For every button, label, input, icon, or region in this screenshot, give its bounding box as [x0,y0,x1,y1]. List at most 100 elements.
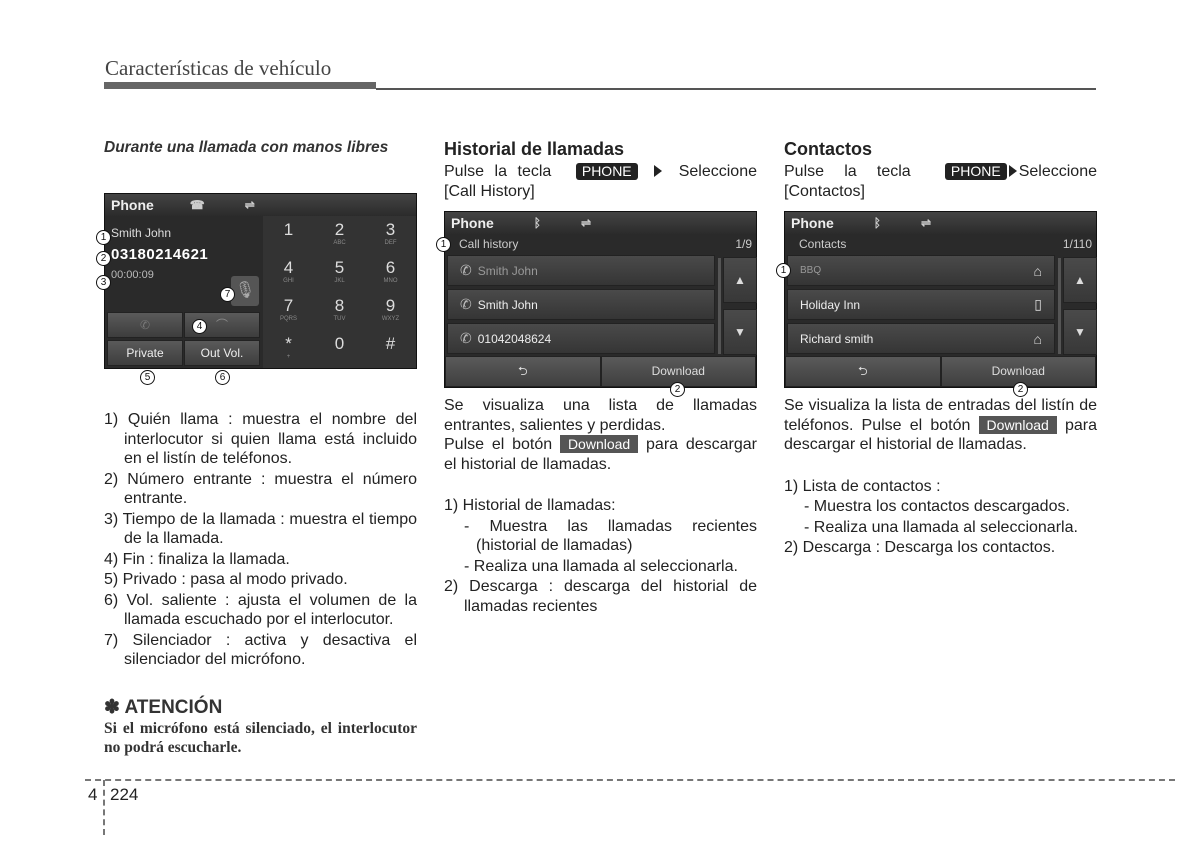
list-item: - Realiza una llamada al seleccionarla. [804,518,1078,536]
caller-info: Smith John 03180214621 00:00:09 [111,220,261,281]
row-label: Richard smith [800,331,874,346]
key-letters: JKL [334,278,345,284]
keypad-key[interactable]: 8 TUV [314,292,365,330]
row-label: BBQ [800,265,822,276]
list-title: Contacts [799,237,847,251]
keypad-key[interactable]: 1 [263,216,314,254]
contacts-screen: Phone ᛒ ⇌ Contacts 1/110 BBQ ⌂ Holiday In… [776,211,1097,397]
keypad-key[interactable]: 3 DEF [365,216,416,254]
phone-handset-icon: ✆ [139,318,151,332]
list-item: 6) Vol. saliente : ajusta el volumen de … [104,591,417,629]
keypad-key[interactable]: 2 ABC [314,216,365,254]
section-title: Historial de llamadas [444,139,625,159]
list-item: - Muestra las llamadas recientes (histor… [464,517,757,555]
key-digit: 4 [283,258,294,277]
scrollbar[interactable] [718,258,721,354]
list-item: 2) Descarga : Descarga los contactos. [784,539,1056,556]
scroll-down-button[interactable]: ▼ [1063,309,1097,355]
mobile-icon: ▯ [1034,296,1042,312]
keypad-key[interactable]: 9 WXYZ [365,292,416,330]
callout-2: 2 [96,251,111,266]
scroll-up-button[interactable]: ▲ [723,257,757,303]
bottom-bar: ⮌ Download [785,356,1096,387]
home-icon: ⌂ [1033,330,1042,347]
callout-6: 6 [215,370,230,385]
download-badge: Download [559,435,639,453]
keypad-key[interactable]: 4 GHI [263,254,314,292]
contacts-list: BBQ ⌂ Holiday Inn ▯ Richard smith ⌂ [787,255,1055,357]
intro-text: Pulse la tecla [444,163,552,180]
bottom-bar: ⮌ Download [445,356,756,387]
scroll-up-button[interactable]: ▲ [1063,257,1097,303]
key-digit: 2 [334,220,345,239]
call-history-features: 1) Historial de llamadas: [444,496,757,516]
list-item: - Muestra los contactos descargados. [804,498,1070,515]
callout-4: 4 [192,319,207,334]
screen-titlebar: Phone ☎ ⇌ [105,194,416,216]
list-item[interactable]: Holiday Inn ▯ [787,289,1055,320]
list-item: 1) Quién llama : muestra el nombre del i… [104,411,417,467]
key-digit: # [385,334,396,353]
mute-button[interactable]: 🎙 [231,276,259,306]
callout-7: 7 [220,287,235,302]
screen-app-title: Phone [111,197,154,213]
header-rule-thick [104,82,376,89]
column-contacts: Contactos Pulse la tecla PHONE Seleccione… [784,138,1097,201]
list-item[interactable]: ✆ 01042048624 [447,323,715,354]
back-button[interactable]: ⮌ [785,356,941,387]
call-history-description: Se visualiza una lista de llamadas entra… [444,396,757,617]
key-digit: 8 [334,296,345,315]
keypad-key[interactable]: 6 MNO [365,254,416,292]
list-item[interactable]: Richard smith ⌂ [787,323,1055,354]
footer-divider [85,779,1175,781]
screen-titlebar: Phone ᛒ ⇌ [785,212,1096,234]
key-digit: 9 [385,296,396,315]
out-vol-button[interactable]: Out Vol. [184,340,260,366]
outgoing-call-icon: ✆ [460,262,472,278]
scroll-down-button[interactable]: ▼ [723,309,757,355]
call-history-features: 2) Descarga : descarga del historial de … [444,577,757,616]
triangle-down-icon: ▼ [1074,325,1086,339]
keypad-key[interactable]: 0 [314,330,365,368]
screen-app-title: Phone [791,215,834,231]
answer-button[interactable]: ✆ [107,312,183,338]
description-text: Pulse el botón [444,436,553,453]
list-header: Call history 1/9 [445,234,756,254]
private-button[interactable]: Private [107,340,183,366]
list-item: 4) Fin : finaliza la llamada. [104,550,290,568]
back-button[interactable]: ⮌ [445,356,601,387]
key-digit: 1 [283,220,294,239]
row-label: 01042048624 [477,331,552,346]
attention-title: ✽ ATENCIÓN [104,697,223,718]
attention-body: Si el micrófono está silenciado, el inte… [104,720,417,756]
list-header: Contacts 1/110 [785,234,1096,254]
keypad-key[interactable]: * + [263,330,314,368]
list-item: 1) Lista de contactos : [784,477,941,495]
attention-box: ✽ ATENCIÓN Si el micrófono está silencia… [104,676,417,757]
column-handsfree: Durante una llamada con manos libres [104,138,417,157]
microphone-icon: 🎙 [234,282,256,299]
list-item[interactable]: ✆ Smith John [447,255,715,286]
usb-icon: ⇌ [244,198,255,212]
triangle-up-icon: ▲ [734,273,746,287]
keypad-key[interactable]: # [365,330,416,368]
callout-3: 3 [96,275,111,290]
caller-name: Smith John [111,226,172,240]
triangle-down-icon: ▼ [734,325,746,339]
list-item[interactable]: BBQ ⌂ [787,255,1055,286]
key-letters: + [286,354,291,360]
caller-number: 03180214621 [111,246,209,263]
row-label: Holiday Inn [800,297,861,312]
row-label: Smith John [477,263,538,278]
column-call-history: Historial de llamadas Pulse la tecla PHO… [444,138,757,201]
screen-app-title: Phone [451,215,494,231]
back-arrow-icon: ⮌ [857,364,868,378]
key-digit: 5 [334,258,345,277]
keypad-key[interactable]: 7 PQRS [263,292,314,330]
scrollbar[interactable] [1058,258,1061,354]
outgoing-call-icon: ✆ [460,330,472,346]
call-history-list: ✆ Smith John ✆ Smith John ✆ 01042048624 [447,255,715,357]
keypad-key[interactable]: 5 JKL [314,254,365,292]
list-item[interactable]: ✆ Smith John [447,289,715,320]
screen-titlebar: Phone ᛒ ⇌ [445,212,756,234]
